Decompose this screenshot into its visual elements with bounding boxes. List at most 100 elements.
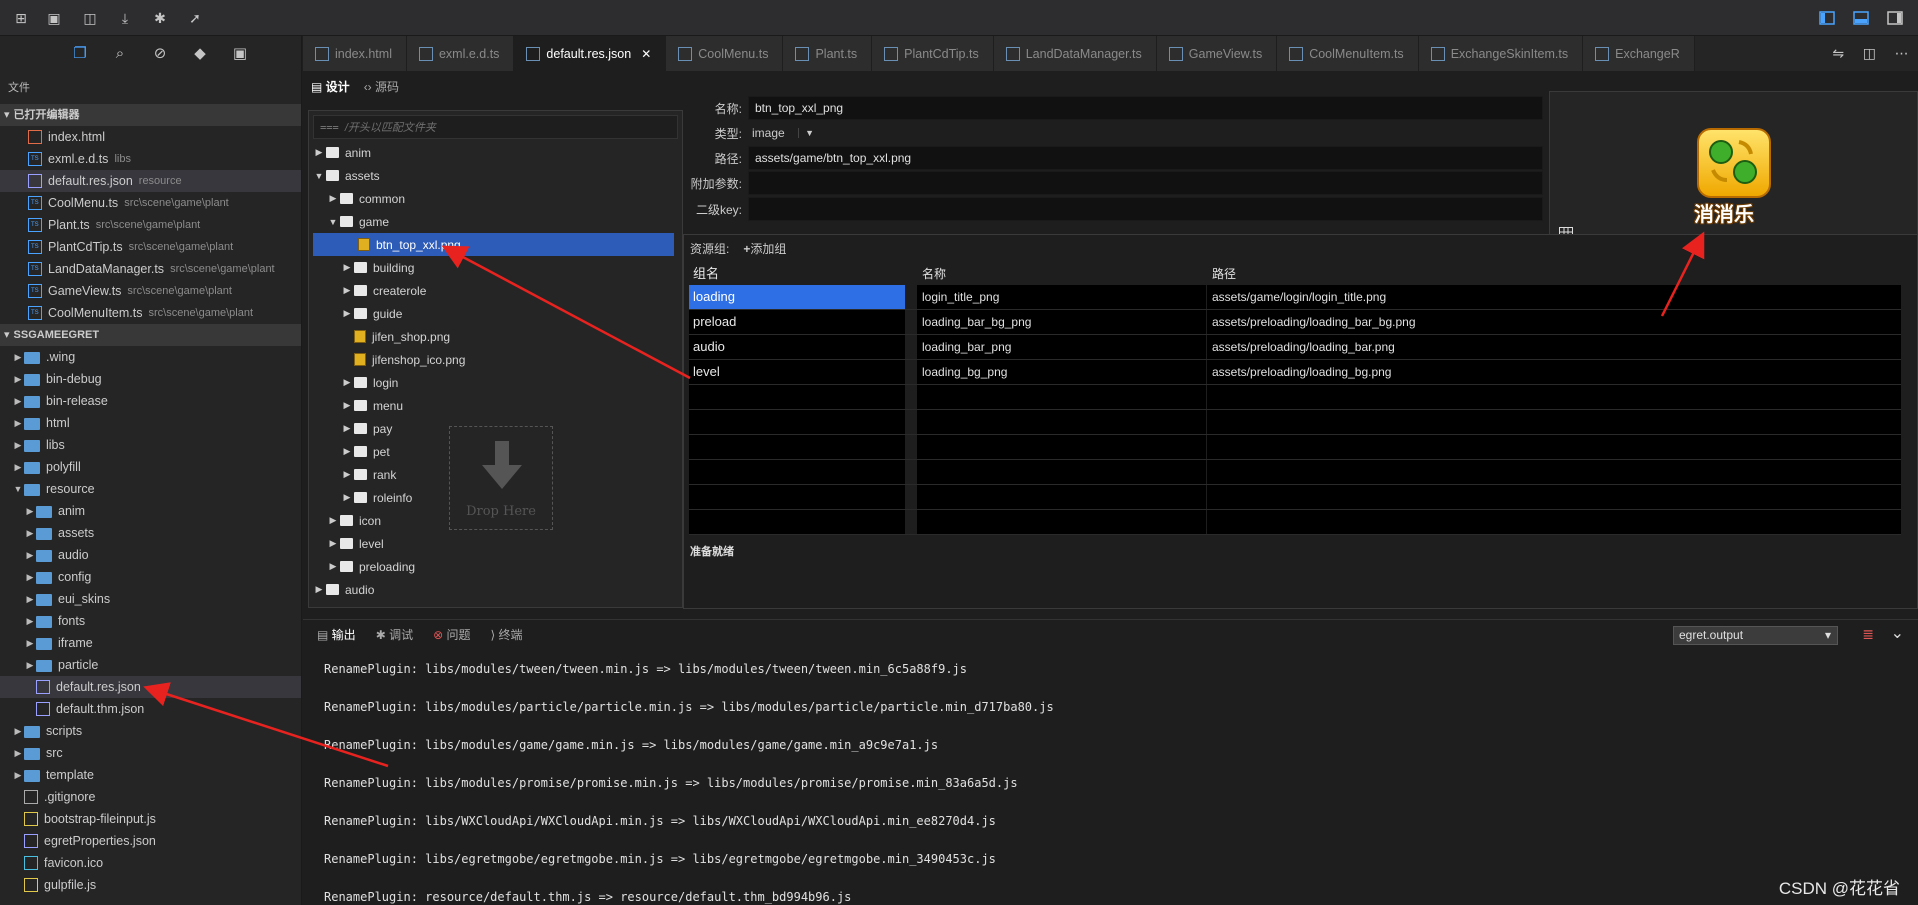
project-tree-item[interactable]: ▶ particle bbox=[0, 654, 301, 676]
path-cell[interactable] bbox=[1207, 460, 1901, 484]
resource-tree-item[interactable]: ▶ common bbox=[309, 187, 682, 210]
subkey-field[interactable] bbox=[748, 197, 1543, 221]
table-row[interactable] bbox=[689, 385, 1901, 410]
name-field[interactable]: btn_top_xxl_png bbox=[748, 96, 1543, 120]
tab-design[interactable]: ▤ 设计 bbox=[311, 78, 350, 95]
path-cell[interactable] bbox=[1207, 485, 1901, 509]
resource-tree-item[interactable]: ▶ level bbox=[309, 532, 682, 555]
toggle-right-panel-icon[interactable] bbox=[1886, 9, 1904, 27]
open-editor-item[interactable]: index.html bbox=[0, 126, 301, 148]
project-tree-item[interactable]: ▶ src bbox=[0, 742, 301, 764]
name-cell[interactable] bbox=[917, 485, 1207, 509]
project-tree-item[interactable]: gulpfile.js bbox=[0, 874, 301, 896]
path-field[interactable]: assets/game/btn_top_xxl.png bbox=[748, 146, 1543, 170]
editor-tab[interactable]: Plant.ts bbox=[783, 36, 873, 71]
table-row[interactable]: level loading_bg_png assets/preloading/loa… bbox=[689, 360, 1901, 385]
resource-tree-item[interactable]: ▶ menu bbox=[309, 394, 682, 417]
resource-tree-item[interactable]: ▶ guide bbox=[309, 302, 682, 325]
project-tree-item[interactable]: ▶ assets bbox=[0, 522, 301, 544]
add-group-button[interactable]: +添加组 bbox=[743, 240, 786, 257]
open-editor-item[interactable]: CoolMenu.ts src\scene\game\plant bbox=[0, 192, 301, 214]
resource-tree-item[interactable]: ▶ preloading bbox=[309, 555, 682, 578]
save-icon[interactable]: ▣ bbox=[45, 9, 63, 27]
rocket-icon[interactable]: ➚ bbox=[186, 9, 204, 27]
resource-tree-item[interactable]: btn_top_xxl.png bbox=[313, 233, 674, 256]
resource-tree-item[interactable]: ▶ createrole bbox=[309, 279, 682, 302]
open-editor-item[interactable]: CoolMenuItem.ts src\scene\game\plant bbox=[0, 302, 301, 324]
panel-tab[interactable]: ⟩ 终端 bbox=[491, 626, 523, 643]
resource-tree-item[interactable]: ▶ building bbox=[309, 256, 682, 279]
group-cell[interactable] bbox=[689, 435, 917, 459]
project-tree-item[interactable]: ▶ template bbox=[0, 764, 301, 786]
editor-tab[interactable]: ExchangeSkinItem.ts bbox=[1418, 36, 1584, 71]
explorer-icon[interactable]: ❐ bbox=[70, 44, 90, 64]
resource-tree-item[interactable]: ▼ game bbox=[309, 210, 682, 233]
group-cell[interactable] bbox=[689, 410, 917, 434]
project-tree-item[interactable]: ▶ bin-release bbox=[0, 390, 301, 412]
group-cell[interactable]: level bbox=[689, 360, 917, 384]
name-cell[interactable]: loading_bar_bg_png bbox=[917, 310, 1207, 334]
compare-icon[interactable]: ⇋ bbox=[1832, 45, 1844, 62]
editor-tab[interactable]: exml.e.d.ts bbox=[406, 36, 515, 71]
type-select[interactable]: image ▼ bbox=[748, 123, 820, 143]
table-row[interactable]: audio loading_bar_png assets/preloading/lo… bbox=[689, 335, 1901, 360]
name-cell[interactable] bbox=[917, 410, 1207, 434]
editor-tab[interactable]: index.html bbox=[303, 36, 407, 71]
table-row[interactable] bbox=[689, 435, 1901, 460]
extra-field[interactable] bbox=[748, 171, 1543, 195]
search-icon[interactable]: ⌕ bbox=[110, 44, 130, 64]
path-cell[interactable]: assets/preloading/loading_bar_bg.png bbox=[1207, 310, 1901, 334]
path-cell[interactable] bbox=[1207, 510, 1901, 534]
panel-tab[interactable]: ▤ 输出 bbox=[317, 626, 356, 643]
group-cell[interactable]: loading bbox=[689, 285, 917, 309]
path-cell[interactable]: assets/preloading/loading_bar.png bbox=[1207, 335, 1901, 359]
table-row[interactable] bbox=[689, 460, 1901, 485]
project-tree-item[interactable]: ▶ iframe bbox=[0, 632, 301, 654]
resource-tree-item[interactable]: ▶ audio bbox=[309, 578, 682, 601]
group-cell[interactable] bbox=[689, 510, 917, 534]
project-tree-item[interactable]: ▶ audio bbox=[0, 544, 301, 566]
source-control-icon[interactable]: ⊘ bbox=[150, 44, 170, 64]
table-row[interactable] bbox=[689, 510, 1901, 535]
project-tree-item[interactable]: ▶ html bbox=[0, 412, 301, 434]
editor-tab[interactable]: ExchangeR bbox=[1583, 36, 1695, 71]
project-tree-item[interactable]: default.res.json bbox=[0, 676, 301, 698]
panel-tab[interactable]: ⊗ 问题 bbox=[433, 626, 470, 643]
new-project-icon[interactable]: ⊞ bbox=[12, 9, 30, 27]
open-editor-item[interactable]: GameView.ts src\scene\game\plant bbox=[0, 280, 301, 302]
name-cell[interactable]: loading_bg_png bbox=[917, 360, 1207, 384]
name-cell[interactable]: login_title_png bbox=[917, 285, 1207, 309]
drop-zone[interactable]: Drop Here bbox=[449, 426, 553, 530]
editor-tab[interactable]: CoolMenu.ts bbox=[666, 36, 784, 71]
project-header[interactable]: ▾ SSGAMEEGRET bbox=[0, 324, 301, 346]
editor-tab[interactable]: CoolMenuItem.ts bbox=[1277, 36, 1419, 71]
debug-icon[interactable]: ✱ bbox=[151, 9, 169, 27]
editor-tab[interactable]: LandDataManager.ts bbox=[993, 36, 1157, 71]
chevron-down-icon[interactable]: ⌄ bbox=[1891, 623, 1904, 643]
open-editor-item[interactable]: Plant.ts src\scene\game\plant bbox=[0, 214, 301, 236]
clear-output-icon[interactable]: ≣ bbox=[1862, 626, 1874, 643]
project-tree-item[interactable]: favicon.ico bbox=[0, 852, 301, 874]
project-tree-item[interactable]: ▶ scripts bbox=[0, 720, 301, 742]
open-editor-item[interactable]: LandDataManager.ts src\scene\game\plant bbox=[0, 258, 301, 280]
output-channel-select[interactable]: egret.output ▾ bbox=[1673, 626, 1838, 645]
panel-tab[interactable]: ✱ 调试 bbox=[376, 626, 413, 643]
editor-tab[interactable]: default.res.json ✕ bbox=[514, 36, 667, 71]
publish-icon[interactable]: ⤓ bbox=[116, 9, 134, 27]
resource-tree-item[interactable]: ▶ anim bbox=[309, 141, 682, 164]
project-tree-item[interactable]: ▶ bin-debug bbox=[0, 368, 301, 390]
git-icon[interactable]: ◆ bbox=[190, 44, 210, 64]
resource-tree-item[interactable]: jifen_shop.png bbox=[309, 325, 682, 348]
path-cell[interactable] bbox=[1207, 385, 1901, 409]
group-cell[interactable] bbox=[689, 385, 917, 409]
project-tree-item[interactable]: ▶ polyfill bbox=[0, 456, 301, 478]
project-tree-item[interactable]: ▶ config bbox=[0, 566, 301, 588]
group-cell[interactable] bbox=[689, 460, 917, 484]
split-editor-icon[interactable]: ◫ bbox=[1863, 45, 1876, 62]
project-tree-item[interactable]: ▶ eui_skins bbox=[0, 588, 301, 610]
tab-source[interactable]: ‹› 源码 bbox=[364, 78, 399, 95]
table-row[interactable] bbox=[689, 485, 1901, 510]
project-tree-item[interactable]: ▶ fonts bbox=[0, 610, 301, 632]
project-tree-item[interactable]: ▼ resource bbox=[0, 478, 301, 500]
group-cell[interactable]: audio bbox=[689, 335, 917, 359]
